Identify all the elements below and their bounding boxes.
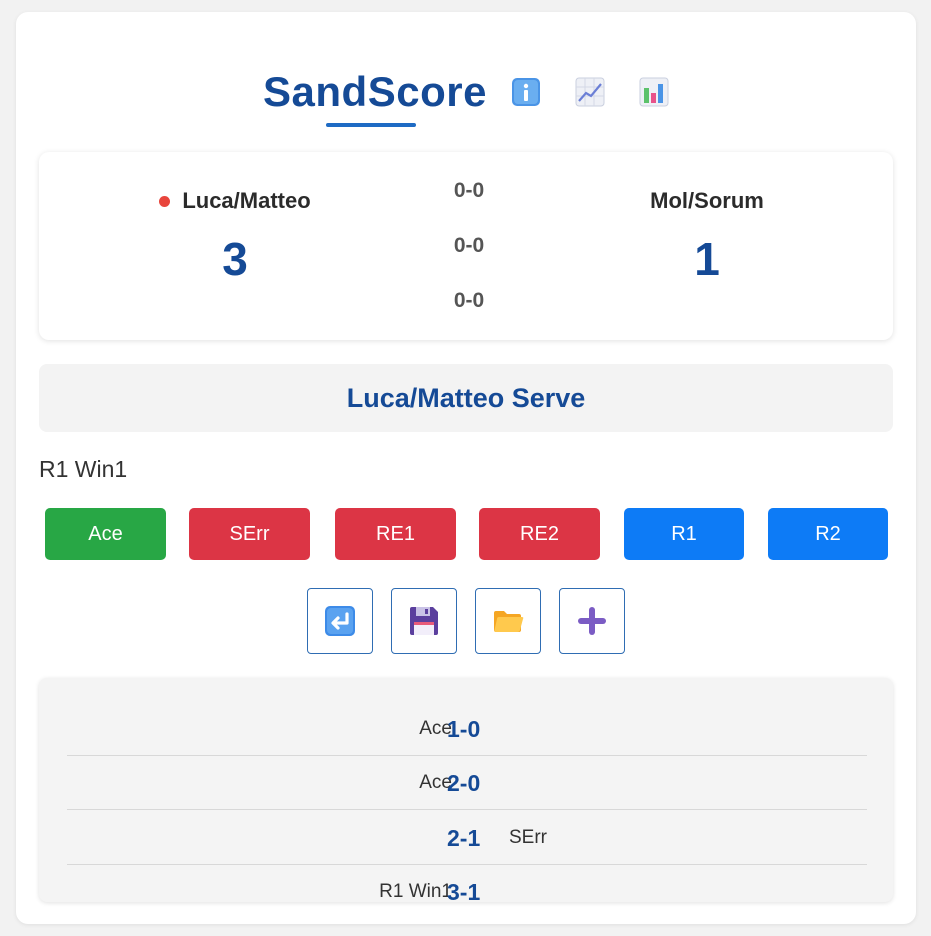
info-icon[interactable]	[511, 77, 541, 107]
team-b-score: 1	[694, 233, 720, 285]
log-event-right: SErr	[509, 827, 547, 848]
plus-icon	[578, 607, 606, 635]
r1-button[interactable]: R1	[624, 508, 744, 560]
log-row: Ace 2-0	[67, 756, 867, 810]
receive-error-2-button[interactable]: RE2	[479, 508, 600, 560]
log-score: 1-0	[447, 716, 481, 742]
scoreboard: Luca/Matteo 3 0-0 0-0 0-0 Mol/Sorum 1	[39, 152, 893, 340]
team-a-name: Luca/Matteo	[182, 188, 311, 213]
team-b: Mol/Sorum 1	[557, 188, 857, 286]
rally-log: Ace 1-0 Ace 2-0 2-1 SErr R1 Win1 3-1	[39, 678, 893, 902]
team-a: Luca/Matteo 3	[85, 188, 385, 286]
open-button[interactable]	[475, 588, 541, 654]
log-row: Ace 1-0	[67, 702, 867, 756]
serving-indicator	[159, 195, 171, 207]
main-card: SandScore Luca/Matteo 3 0-0 0-0 0-0 Mol/…	[16, 12, 916, 924]
save-button[interactable]	[391, 588, 457, 654]
team-a-score: 3	[222, 233, 248, 285]
undo-button[interactable]	[307, 588, 373, 654]
team-b-name: Mol/Sorum	[650, 188, 764, 213]
log-row: R1 Win1 3-1	[67, 865, 867, 902]
r2-button[interactable]: R2	[768, 508, 888, 560]
log-event-left: R1 Win1	[379, 881, 452, 902]
title-underline	[326, 123, 416, 127]
bar-chart-icon[interactable]	[639, 77, 669, 107]
rally-status: R1 Win1	[39, 456, 128, 482]
log-score: 3-1	[447, 879, 481, 902]
set-2-score: 0-0	[453, 234, 485, 257]
undo-icon	[325, 606, 355, 636]
toolbar	[307, 588, 627, 654]
serve-banner: Luca/Matteo Serve	[39, 364, 893, 432]
action-buttons: Ace SErr RE1 RE2 R1 R2	[45, 508, 890, 560]
set-3-score: 0-0	[453, 289, 485, 312]
folder-icon	[494, 611, 524, 632]
line-chart-icon[interactable]	[575, 77, 605, 107]
save-icon	[410, 607, 438, 635]
log-score: 2-1	[447, 825, 481, 851]
new-match-button[interactable]	[559, 588, 625, 654]
receive-error-1-button[interactable]: RE1	[335, 508, 456, 560]
app-title: SandScore	[263, 68, 487, 115]
ace-button[interactable]: Ace	[45, 508, 166, 560]
log-row: 2-1 SErr	[67, 811, 867, 865]
serve-error-button[interactable]: SErr	[189, 508, 310, 560]
set-1-score: 0-0	[453, 179, 485, 202]
set-scores: 0-0 0-0 0-0	[419, 176, 519, 341]
log-score: 2-0	[447, 770, 481, 796]
header: SandScore	[16, 68, 916, 116]
